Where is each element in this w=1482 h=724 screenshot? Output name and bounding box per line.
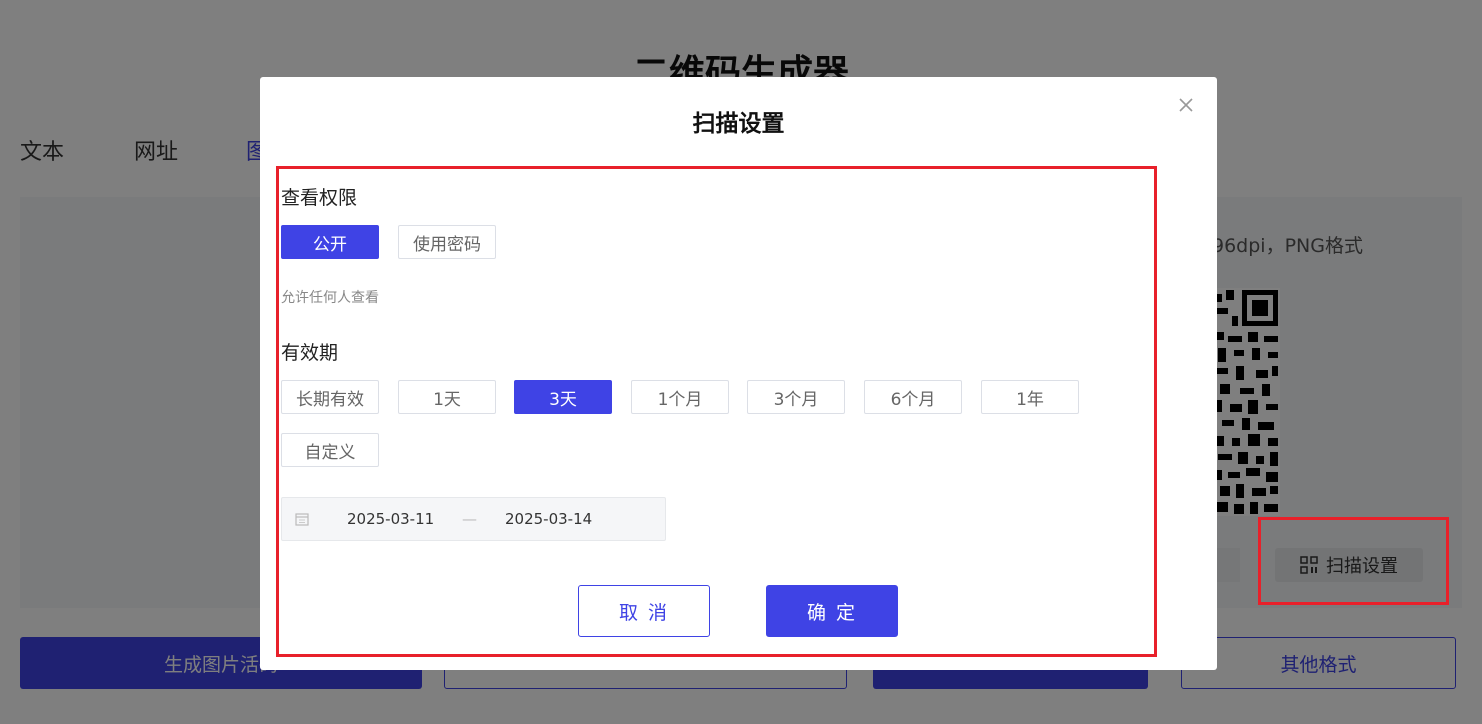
close-icon[interactable] xyxy=(1178,97,1194,113)
highlight-box-settings-form xyxy=(276,166,1157,657)
highlight-box-scan-settings xyxy=(1258,517,1449,605)
dialog-title: 扫描设置 xyxy=(692,111,785,137)
